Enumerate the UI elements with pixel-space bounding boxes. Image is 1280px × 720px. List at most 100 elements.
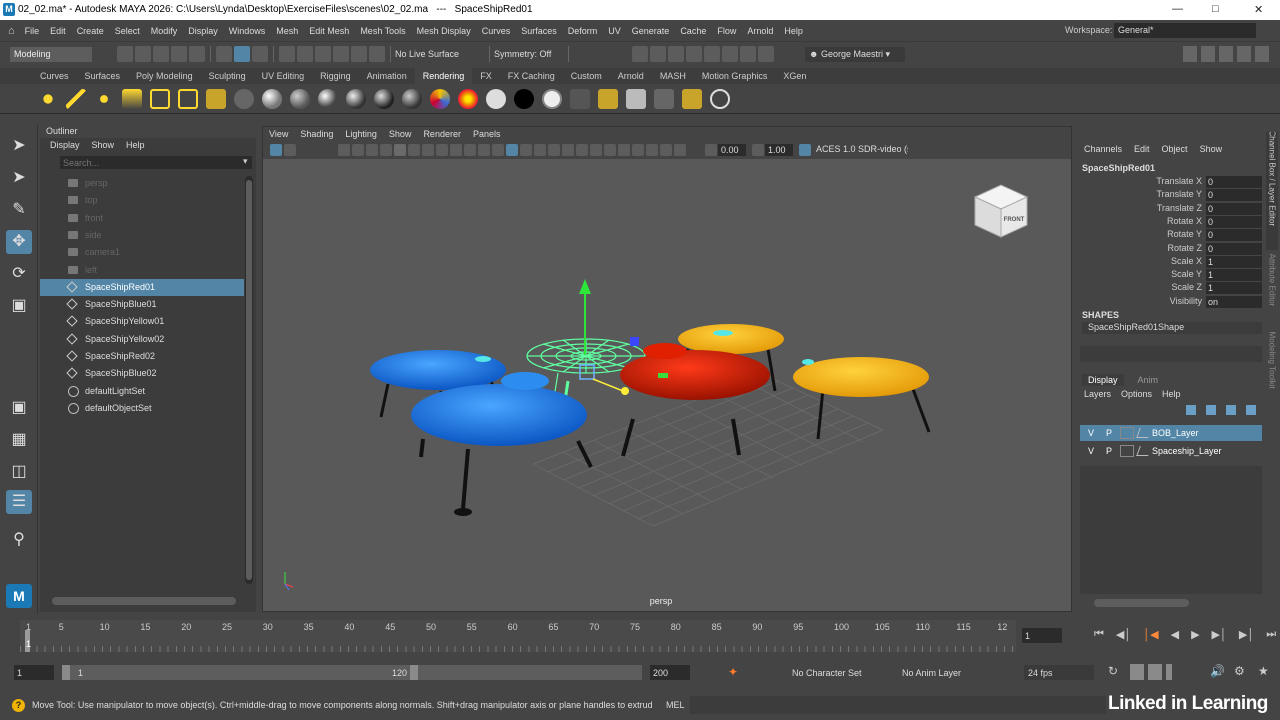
hypershade-icon[interactable] [704, 46, 720, 62]
select-camera-icon[interactable] [270, 144, 282, 156]
layered-shader-icon[interactable] [402, 88, 422, 109]
persp-outliner-layout-icon[interactable]: ◫ [6, 460, 32, 484]
outliner-menu-display[interactable]: Display [50, 140, 80, 150]
menu-file[interactable]: File [25, 26, 40, 36]
mel-label[interactable]: MEL [666, 700, 685, 710]
menu-deform[interactable]: Deform [568, 26, 598, 36]
outliner-item[interactable]: top [40, 192, 244, 209]
snap-surface-icon[interactable] [351, 46, 367, 62]
outliner-item[interactable]: side [40, 227, 244, 244]
channel-attribute-value[interactable]: 1 [1206, 282, 1262, 295]
menu-uv[interactable]: UV [608, 26, 621, 36]
shelf-tab-custom[interactable]: Custom [563, 68, 610, 84]
shelf-tab-animation[interactable]: Animation [359, 68, 415, 84]
spot-light-icon[interactable] [122, 88, 142, 109]
camera-attributes-icon[interactable] [284, 144, 296, 156]
ipr-render-icon[interactable] [668, 46, 684, 62]
channel-menu-channels[interactable]: Channels [1084, 144, 1122, 154]
character-set-select[interactable]: No Character Set [792, 668, 888, 678]
directional-light-icon[interactable] [66, 88, 86, 109]
toon-shader-icon[interactable] [458, 88, 478, 109]
layer-tab-anim[interactable]: Anim [1132, 374, 1165, 386]
layer-row[interactable]: V P Spaceship_Layer [1080, 443, 1262, 459]
menu-windows[interactable]: Windows [229, 26, 266, 36]
channel-attribute-row[interactable]: Translate Z 0 [1076, 202, 1268, 216]
point-light-icon[interactable] [94, 88, 114, 109]
menu-modify[interactable]: Modify [151, 26, 178, 36]
menu-mesh-display[interactable]: Mesh Display [417, 26, 471, 36]
new-scene-icon[interactable] [117, 46, 133, 62]
paint-select-tool-icon[interactable]: ✎ [6, 198, 32, 222]
xray-joints-icon[interactable] [660, 144, 672, 156]
channel-attribute-row[interactable]: Rotate Y 0 [1076, 229, 1268, 242]
snap-point-icon[interactable] [315, 46, 331, 62]
menu-mesh-tools[interactable]: Mesh Tools [360, 26, 405, 36]
channel-menu-show[interactable]: Show [1200, 144, 1223, 154]
menu-arnold[interactable]: Arnold [747, 26, 773, 36]
exposure-icon[interactable] [705, 144, 717, 156]
image-plane-icon[interactable] [352, 144, 364, 156]
side-tab-channel-box[interactable]: Channel Box / Layer Editor [1266, 132, 1278, 250]
outliner-item[interactable]: SpaceShipYellow02 [40, 331, 244, 348]
layer-playback-toggle[interactable]: P [1102, 428, 1116, 438]
layer-menu-options[interactable]: Options [1121, 389, 1152, 399]
channel-attribute-value[interactable]: 1 [1206, 269, 1262, 282]
shelf-tab-poly-modeling[interactable]: Poly Modeling [128, 68, 201, 84]
step-back-frame-icon[interactable]: │◀ [1143, 628, 1158, 641]
grid-icon[interactable] [394, 144, 406, 156]
current-frame-input[interactable] [1022, 628, 1062, 643]
select-component-icon[interactable] [252, 46, 268, 62]
layer-playback-toggle[interactable]: P [1102, 446, 1116, 456]
shelf-tab-fx-caching[interactable]: FX Caching [500, 68, 563, 84]
area-light-icon[interactable] [150, 88, 170, 109]
smooth-shade-icon[interactable] [506, 144, 518, 156]
render-view-icon[interactable] [722, 46, 738, 62]
textured-icon[interactable] [534, 144, 546, 156]
ramp-shader-icon[interactable] [430, 88, 450, 109]
lambert-material-icon[interactable] [290, 88, 310, 109]
shelf-tab-motion-graphics[interactable]: Motion Graphics [694, 68, 776, 84]
start-time-input[interactable] [14, 665, 54, 680]
channel-menu-object[interactable]: Object [1162, 144, 1188, 154]
motion-blur-icon[interactable] [590, 144, 602, 156]
viewport-menu-view[interactable]: View [269, 127, 288, 141]
surface-shader-white-icon[interactable] [486, 88, 506, 109]
side-tab-modeling-toolkit[interactable]: Modeling Toolkit [1266, 332, 1278, 402]
search-icon[interactable]: ⚲ [6, 528, 32, 552]
outliner-menu-help[interactable]: Help [126, 140, 145, 150]
grease-pencil-icon[interactable] [380, 144, 392, 156]
channel-attribute-row[interactable]: Visibility on [1076, 295, 1268, 309]
layer-color-swatch[interactable] [1120, 444, 1134, 457]
playback-speed-icon[interactable]: ★ [1258, 664, 1269, 678]
outliner-search-input[interactable] [60, 156, 252, 169]
gamma-icon[interactable] [752, 144, 764, 156]
render-settings-icon[interactable] [686, 46, 702, 62]
chevron-down-icon[interactable]: ▾ [243, 156, 248, 167]
symmetry-field[interactable]: Symmetry: Off [494, 49, 564, 59]
layer-color-swatch[interactable] [1120, 427, 1134, 439]
anti-aliasing-icon[interactable] [604, 144, 616, 156]
outliner-item[interactable]: SpaceShipBlue02 [40, 365, 244, 382]
channel-attribute-value[interactable]: 0 [1206, 242, 1262, 255]
volume-light-icon[interactable] [178, 88, 198, 109]
anim-layer-select[interactable]: No Anim Layer [902, 668, 1002, 678]
render-setup-icon[interactable] [682, 88, 702, 109]
shelf-tab-uv-editing[interactable]: UV Editing [254, 68, 313, 84]
loop-icon[interactable]: ↻ [1108, 664, 1118, 678]
outliner-item[interactable]: left [40, 262, 244, 279]
pause-icon[interactable] [758, 46, 774, 62]
rotate-tool-icon[interactable]: ⟳ [6, 262, 32, 286]
channel-attribute-row[interactable]: Translate Y 0 [1076, 189, 1268, 202]
isolate-select-icon[interactable] [632, 144, 644, 156]
film-gate-icon[interactable] [408, 144, 420, 156]
outliner-item[interactable]: defaultLightSet [40, 383, 244, 400]
layer-visibility-toggle[interactable]: V [1084, 446, 1098, 456]
channel-attribute-row[interactable]: Rotate X 0 [1076, 215, 1268, 229]
user-account[interactable]: ☻ George Maestri ▾ [805, 46, 905, 62]
channel-attribute-value[interactable]: 1 [1206, 255, 1262, 268]
maya-logo-icon[interactable]: M [6, 584, 32, 608]
resolution-gate-icon[interactable] [422, 144, 434, 156]
viewport-scene[interactable]: FRONT persp [263, 159, 1071, 611]
safe-action-icon[interactable] [464, 144, 476, 156]
workspace-select[interactable]: General* [1114, 23, 1256, 38]
